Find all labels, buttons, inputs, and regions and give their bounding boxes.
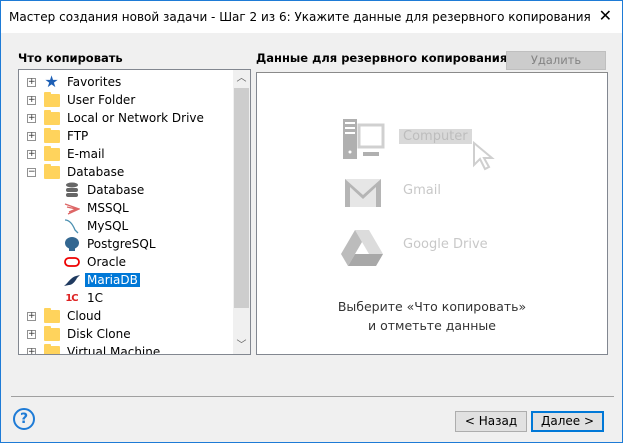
what-to-copy-label: Что копировать — [18, 51, 123, 65]
collapse-icon[interactable]: − — [27, 167, 36, 177]
tree-item[interactable]: MariaDB — [63, 271, 140, 289]
service-computer: Computer — [399, 129, 472, 144]
oracle-icon — [63, 256, 80, 268]
star-icon: ★ — [44, 72, 59, 91]
scrollbar-thumb[interactable] — [234, 88, 249, 308]
scroll-down-icon[interactable]: ﹀ — [233, 337, 250, 354]
gmail-icon — [345, 179, 381, 207]
database-icon — [63, 182, 80, 198]
tree-item[interactable]: Oracle — [63, 253, 128, 271]
backup-data-panel: Computer Gmail Google Drive Выберите «Чт… — [256, 72, 608, 355]
folder-icon — [43, 343, 60, 354]
tree-item-label: MariaDB — [85, 273, 140, 287]
tree-item-label: Database — [87, 183, 145, 197]
backup-data-label: Данные для резервного копирования — [256, 51, 508, 65]
expand-icon[interactable]: + — [27, 347, 36, 354]
back-button[interactable]: < Назад — [455, 411, 527, 432]
expand-icon[interactable]: + — [27, 131, 36, 141]
window-title: Мастер создания новой задачи - Шаг 2 из … — [9, 10, 591, 24]
tree-item-label: Favorites — [67, 75, 122, 89]
tree-item-label: 1C — [87, 291, 104, 305]
tree-scrollbar[interactable]: ︿ ﹀ — [233, 70, 250, 354]
tree-item-label: Local or Network Drive — [67, 111, 204, 125]
tree-item[interactable]: + Cloud — [27, 307, 103, 325]
service-gmail: Gmail — [403, 183, 441, 198]
mariadb-icon — [63, 273, 80, 287]
tree-item-label: Oracle — [87, 255, 127, 269]
cursor-icon — [473, 141, 495, 171]
tree-item-label: MySQL — [87, 219, 129, 233]
folder-icon — [43, 109, 60, 125]
folder-icon — [43, 91, 60, 107]
expand-icon[interactable]: + — [27, 95, 36, 105]
scroll-up-icon[interactable]: ︿ — [233, 70, 250, 87]
tree-item-label: User Folder — [67, 93, 136, 107]
folder-icon — [43, 307, 60, 323]
tree-item-label: PostgreSQL — [87, 237, 156, 251]
expand-icon[interactable]: + — [27, 113, 36, 123]
footer-divider — [11, 396, 614, 397]
tree-item[interactable]: + FTP — [27, 127, 90, 145]
tree-item[interactable]: MySQL — [63, 217, 130, 235]
tree-item[interactable]: + User Folder — [27, 91, 137, 109]
hint-text: Выберите «Что копировать» и отметьте дан… — [257, 297, 607, 335]
tree-item[interactable]: − Database — [27, 163, 126, 181]
computer-icon — [343, 119, 385, 159]
help-icon[interactable]: ? — [13, 408, 35, 430]
folder-icon — [43, 127, 60, 143]
mysql-icon — [63, 218, 80, 234]
1c-icon: 1С — [65, 292, 78, 304]
hint-line-2: и отметьте данные — [368, 318, 496, 333]
tree-item-label: E-mail — [67, 147, 105, 161]
tree-item[interactable]: Database — [63, 181, 146, 199]
tree-item-label: Disk Clone — [67, 327, 131, 341]
hint-line-1: Выберите «Что копировать» — [337, 299, 527, 314]
postgresql-icon — [63, 236, 80, 252]
tree-item[interactable]: MSSQL — [63, 199, 131, 217]
tree-item-label: FTP — [67, 129, 89, 143]
mssql-icon — [63, 201, 80, 215]
google-drive-icon — [341, 230, 383, 266]
expand-icon[interactable]: + — [27, 77, 36, 87]
next-button[interactable]: Далее > — [531, 411, 604, 432]
folder-icon — [43, 325, 60, 341]
tree-item[interactable]: + E-mail — [27, 145, 107, 163]
tree-item[interactable]: + Virtual Machine — [27, 343, 162, 355]
tree-item[interactable]: 1С 1C — [63, 289, 105, 307]
source-tree: + Virtual Machine + Disk Clone + Cloud 1С 1C Mar… — [18, 69, 251, 355]
tree-item[interactable]: + ★ Favorites — [27, 72, 123, 91]
tree-item[interactable]: PostgreSQL — [63, 235, 158, 253]
expand-icon[interactable]: + — [27, 149, 36, 159]
tree-item[interactable]: + Disk Clone — [27, 325, 133, 343]
expand-icon[interactable]: + — [27, 329, 36, 339]
expand-icon[interactable]: + — [27, 311, 36, 321]
tree-item[interactable]: + Local or Network Drive — [27, 109, 206, 127]
tree-item-label: Virtual Machine — [67, 345, 161, 355]
tree-item-label: MSSQL — [87, 201, 129, 215]
folder-icon — [43, 163, 60, 179]
delete-button[interactable]: Удалить — [506, 51, 606, 70]
wizard-window: Мастер создания новой задачи - Шаг 2 из … — [0, 0, 623, 443]
folder-icon — [43, 145, 60, 161]
service-google-drive: Google Drive — [403, 237, 488, 252]
tree-item-label: Cloud — [67, 309, 102, 323]
title-bar: Мастер создания новой задачи - Шаг 2 из … — [1, 1, 622, 33]
tree-item-label: Database — [67, 165, 125, 179]
close-icon[interactable]: ✕ — [599, 6, 612, 25]
